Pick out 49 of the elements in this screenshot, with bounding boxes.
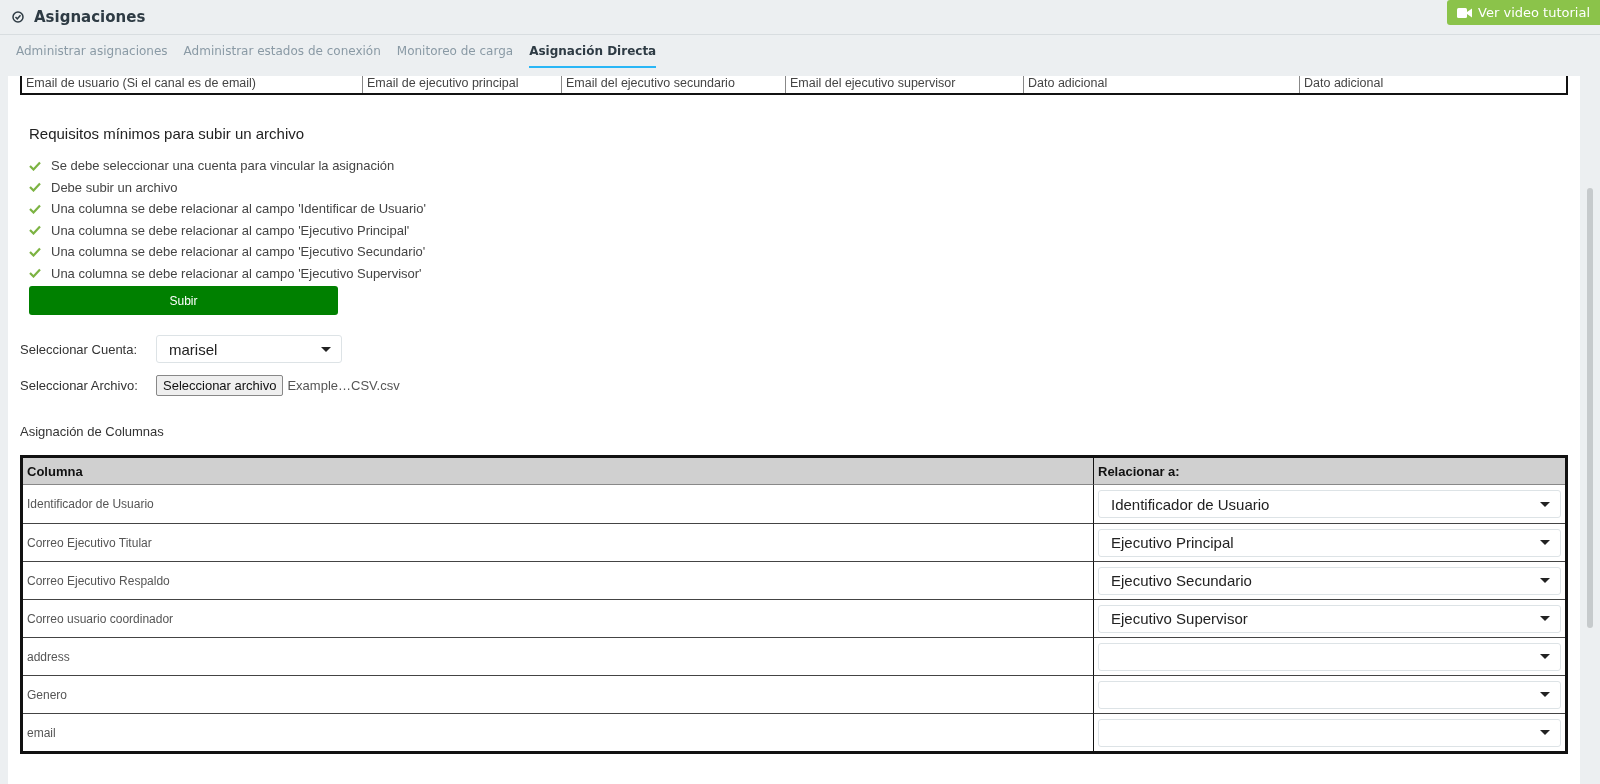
relate-select[interactable]: Ejecutivo Supervisor: [1098, 604, 1561, 633]
table-cell: email: [27, 725, 56, 740]
tab[interactable]: Asignación Directa: [529, 44, 657, 68]
caret-icon: [1540, 730, 1550, 735]
relate-select[interactable]: [1098, 680, 1561, 709]
video-camera-icon: [1457, 7, 1473, 18]
table-cell: Identificador de Usuario: [27, 497, 154, 511]
caret-icon: [321, 346, 331, 352]
requirement-text: Una columna se debe relacionar al campo 'Identificar de Usuario': [51, 201, 426, 217]
table-cell: Correo usuario coordinador: [27, 611, 174, 626]
caret-icon: [1540, 501, 1550, 507]
caret-icon: [1540, 616, 1550, 621]
relate-select[interactable]: [1098, 718, 1561, 747]
table-header-cell: Email del ejecutivo secundario: [561, 76, 785, 93]
relate-select[interactable]: Identificador de Usuario: [1098, 490, 1561, 518]
account-label: Seleccionar Cuenta:: [20, 341, 139, 357]
caret-icon: [1540, 654, 1550, 659]
table-header-cell: Email del ejecutivo supervisor: [785, 76, 1023, 93]
caret-icon: [1540, 540, 1550, 545]
table-header-cell-text: Email de usuario (Si el canal es de email): [25, 76, 257, 92]
relate-select[interactable]: Ejecutivo Secundario: [1098, 566, 1561, 595]
file-label: Seleccionar Archivo:: [20, 378, 139, 393]
requirement-text: Una columna se debe relacionar al campo 'Ejecutivo Secundario': [51, 244, 426, 260]
table-header-cell: Dato adicional: [1023, 76, 1299, 93]
upload-button[interactable]: Subir: [29, 286, 338, 315]
scrollbar-thumb[interactable]: [1587, 188, 1593, 628]
choose-file-button[interactable]: Seleccionar archivo: [156, 375, 284, 396]
caret-icon: [1540, 692, 1550, 697]
table-cell: Correo Ejecutivo Respaldo: [27, 573, 170, 588]
page-title: Asignaciones: [34, 8, 146, 26]
relate-select[interactable]: Ejecutivo Principal: [1098, 528, 1561, 557]
requirement-text: Debe subir un archivo: [51, 179, 178, 195]
requirements-title: Requisitos mínimos para subir un archivo: [29, 125, 306, 142]
table-cell: address: [27, 649, 70, 664]
table-cell: Genero: [27, 687, 68, 702]
check-circle-icon: [12, 11, 24, 23]
table-header-cell: Email de ejecutivo principal: [362, 76, 561, 93]
requirement-text: Una columna se debe relacionar al campo 'Ejecutivo Supervisor': [51, 265, 422, 281]
table-header-cell: Relacionar a:: [1093, 458, 1565, 485]
file-name: Example…CSV.csv: [287, 378, 400, 393]
section-title: Asignación de Columnas: [20, 424, 165, 439]
table-cell: Correo Ejecutivo Titular: [27, 535, 152, 550]
relate-select[interactable]: [1098, 642, 1561, 671]
table-header-cell: Columna: [23, 458, 1093, 485]
table-header-cell: Dato adicional: [1299, 76, 1566, 93]
account-select[interactable]: marisel: [156, 335, 342, 363]
caret-icon: [1540, 578, 1550, 583]
requirement-text: Una columna se debe relacionar al campo 'Ejecutivo Principal': [51, 222, 410, 238]
requirement-text: Se debe seleccionar una cuenta para vincular la asignación: [51, 158, 395, 174]
